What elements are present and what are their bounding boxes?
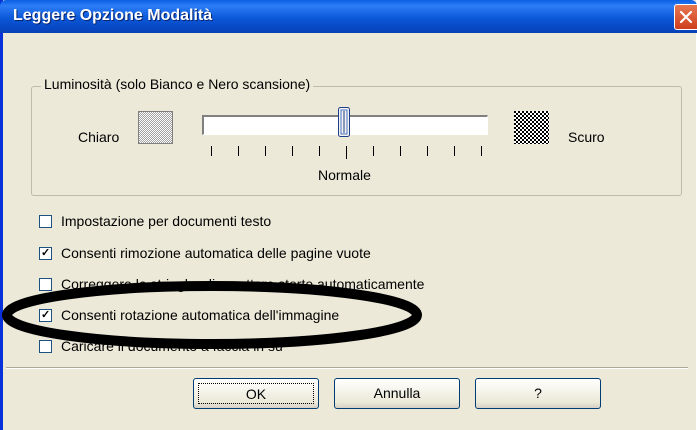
ok-button-label: OK xyxy=(245,385,267,402)
title-bar[interactable]: Leggere Opzione Modalità xyxy=(0,0,697,33)
brightness-slider-thumb[interactable] xyxy=(338,107,350,137)
option-label: Impostazione per documenti testo xyxy=(61,213,272,229)
close-icon xyxy=(679,10,693,24)
slider-value-label: Normale xyxy=(318,167,371,183)
cancel-button[interactable]: Annulla xyxy=(334,378,460,409)
light-label: Chiaro xyxy=(78,129,120,145)
checkbox[interactable]: ✓ xyxy=(39,309,52,322)
checkmark-icon: ✓ xyxy=(41,247,51,259)
cancel-button-label: Annulla xyxy=(373,385,421,401)
option-label: Consenti rotazione automatica dell'immag… xyxy=(61,307,340,323)
dark-label: Scuro xyxy=(568,129,605,145)
close-button[interactable] xyxy=(674,4,697,30)
ok-button[interactable]: OK xyxy=(193,378,319,409)
separator xyxy=(6,367,688,369)
help-button[interactable]: ? xyxy=(475,378,601,409)
brightness-group-legend: Luminosità (solo Bianco e Nero scansione… xyxy=(41,76,314,92)
checkbox[interactable] xyxy=(39,340,52,353)
option-label: Consenti rimozione automatica delle pagi… xyxy=(61,245,371,261)
option-label: Caricare il documento a faccia in su xyxy=(61,338,283,354)
checkbox[interactable] xyxy=(39,215,52,228)
checkbox[interactable]: ✓ xyxy=(39,247,52,260)
option-label: Correggere le stringhe di carattere stor… xyxy=(61,276,425,292)
focus-rect: OK xyxy=(198,383,314,404)
window-title: Leggere Opzione Modalità xyxy=(13,7,213,24)
help-button-label: ? xyxy=(534,385,542,401)
checkbox[interactable] xyxy=(39,278,52,291)
slider-ticks xyxy=(211,146,482,159)
dark-pattern-icon xyxy=(514,111,549,144)
light-pattern-icon xyxy=(138,111,173,144)
checkmark-icon: ✓ xyxy=(41,309,51,321)
